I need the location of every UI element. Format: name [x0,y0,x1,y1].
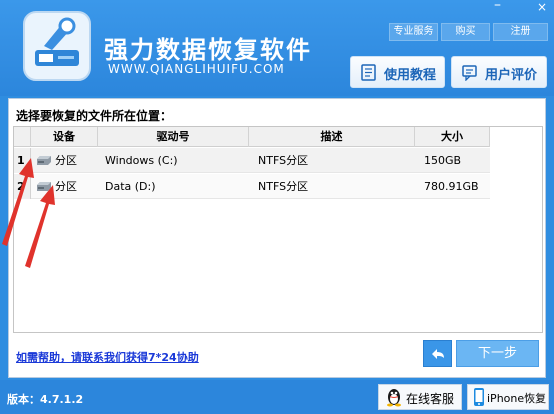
iphone-recovery-button[interactable]: iPhone恢复 [467,384,549,410]
minimize-icon[interactable]: – [494,0,501,13]
table-header: 设备 驱动号 描述 大小 [14,127,490,147]
app-header: 强力数据恢复软件 WWW.QIANGLIHUIFU.COM 专业服务 购买 注册… [0,0,554,96]
tutorial-label: 使用教程 [384,68,437,83]
column-header-drive: 驱动号 [98,127,249,147]
column-header-device: 设备 [31,127,98,147]
drive-cell: Windows (C:) [105,154,178,167]
column-header-description: 描述 [249,127,415,147]
disk-icon [37,182,51,191]
online-service-button[interactable]: 在线客服 [378,384,462,410]
buy-button[interactable]: 购买 [441,23,490,41]
phone-icon [474,388,484,406]
app-logo-icon [23,11,91,81]
footer-bar: 版本：4.7.1.2 在线客服 iPhone恢复 [0,380,554,414]
row-number-header [14,127,31,147]
help-link[interactable]: 如需帮助，请联系我们获得7*24协助 [16,349,199,365]
back-arrow-icon [432,349,444,359]
close-icon[interactable]: × [537,0,547,14]
table-row[interactable]: 2 分区 Data (D:) NTFS分区 780.91GB [14,174,490,199]
back-button[interactable] [423,340,452,367]
app-url: WWW.QIANGLIHUIFU.COM [108,62,285,76]
size-cell: 780.91GB [424,180,479,193]
tutorial-button[interactable]: 使用教程 [350,56,445,88]
professional-service-button[interactable]: 专业服务 [389,23,438,41]
register-button[interactable]: 注册 [493,23,548,41]
user-reviews-button[interactable]: 用户评价 [451,56,547,88]
device-cell: 分区 [55,180,77,193]
comment-icon [462,65,477,81]
main-panel: 选择要恢复的文件所在位置： 设备 驱动号 描述 大小 1 分区 Windows … [8,98,546,378]
online-service-label: 在线客服 [406,392,455,406]
size-cell: 150GB [424,154,462,167]
drive-table: 设备 驱动号 描述 大小 1 分区 Windows (C:) NTFS分区 15… [13,126,543,333]
user-reviews-label: 用户评价 [485,68,538,83]
app-title: 强力数据恢复软件 [104,36,312,64]
version-label: 版本：4.7.1.2 [7,393,84,406]
location-prompt: 选择要恢复的文件所在位置： [16,109,173,123]
document-icon [361,64,376,81]
device-cell: 分区 [55,154,77,167]
qq-penguin-icon [387,389,401,407]
column-header-size: 大小 [415,127,490,147]
description-cell: NTFS分区 [258,154,309,167]
table-row[interactable]: 1 分区 Windows (C:) NTFS分区 150GB [14,148,490,173]
row-number: 1 [14,148,31,173]
iphone-recovery-label: iPhone恢复 [487,392,547,405]
description-cell: NTFS分区 [258,180,309,193]
next-step-button[interactable]: 下一步 [456,340,539,367]
drive-cell: Data (D:) [105,180,156,193]
row-number: 2 [14,174,31,199]
disk-icon [37,156,51,165]
